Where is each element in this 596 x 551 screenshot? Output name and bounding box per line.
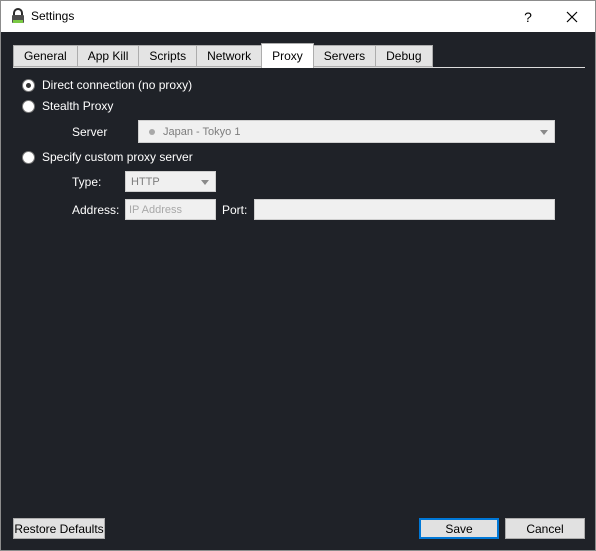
- server-label: Server: [72, 125, 108, 139]
- server-select[interactable]: Japan - Tokyo 1: [138, 120, 555, 143]
- custom-proxy-label: Specify custom proxy server: [42, 150, 193, 164]
- tab-debug[interactable]: Debug: [375, 45, 433, 67]
- type-select-value: HTTP: [131, 175, 160, 188]
- stealth-proxy-label: Stealth Proxy: [42, 99, 114, 113]
- window-title: Settings: [31, 9, 75, 23]
- custom-proxy-radio[interactable]: [22, 150, 35, 164]
- direct-connection-radio[interactable]: [22, 78, 35, 92]
- server-status-dot-icon: [149, 128, 155, 135]
- title-bar: Settings ?: [1, 1, 595, 32]
- tab-general[interactable]: General: [13, 45, 77, 67]
- port-input[interactable]: [254, 199, 555, 220]
- server-select-value: Japan - Tokyo 1: [163, 125, 241, 138]
- app-lock-icon: [11, 8, 25, 24]
- tab-servers[interactable]: Servers: [313, 45, 376, 67]
- type-select[interactable]: HTTP: [125, 171, 216, 192]
- stealth-proxy-option[interactable]: Stealth Proxy: [22, 99, 113, 113]
- cancel-button[interactable]: Cancel: [505, 518, 585, 539]
- settings-window: Settings ? General App Kill Scripts Netw…: [0, 0, 596, 551]
- stealth-proxy-radio[interactable]: [22, 99, 35, 113]
- chevron-down-icon: [201, 179, 209, 185]
- save-button[interactable]: Save: [419, 518, 499, 539]
- close-button[interactable]: [549, 1, 595, 32]
- address-label: Address:: [72, 203, 120, 217]
- close-icon: [566, 11, 578, 22]
- settings-content: General App Kill Scripts Network Proxy S…: [1, 32, 595, 550]
- tab-scripts[interactable]: Scripts: [138, 45, 197, 67]
- address-input[interactable]: [125, 199, 216, 220]
- tab-proxy[interactable]: Proxy: [261, 43, 314, 68]
- port-label: Port:: [222, 203, 248, 217]
- tab-network[interactable]: Network: [196, 45, 262, 67]
- restore-defaults-button[interactable]: Restore Defaults: [13, 518, 105, 539]
- custom-proxy-option[interactable]: Specify custom proxy server: [22, 150, 193, 164]
- direct-connection-label: Direct connection (no proxy): [42, 78, 193, 92]
- type-label: Type:: [72, 175, 102, 189]
- help-button[interactable]: ?: [505, 1, 551, 32]
- tab-app-kill[interactable]: App Kill: [76, 45, 139, 67]
- chevron-down-icon: [540, 129, 548, 135]
- direct-connection-option[interactable]: Direct connection (no proxy): [22, 78, 192, 92]
- tab-bar: General App Kill Scripts Network Proxy S…: [13, 43, 433, 68]
